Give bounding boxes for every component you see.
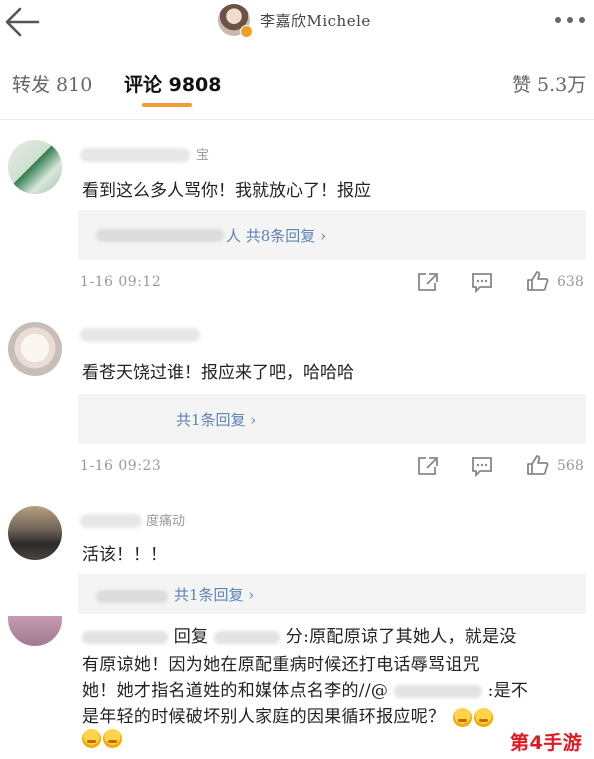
share-icon[interactable]	[416, 455, 440, 477]
blurred-username	[82, 631, 168, 644]
replies-preview[interactable]: 共1条回复 ›	[78, 574, 586, 614]
blurred-replier-name	[96, 590, 168, 603]
author-name: 李嘉欣Michele	[260, 11, 371, 30]
reply-line: 她！她才指名道姓的和媒体点名李的//@ :是不	[82, 676, 528, 701]
reply-line: 回复 分:原配原谅了其她人，就是没	[82, 622, 517, 647]
blurred-username[interactable]	[80, 328, 200, 342]
like-icon[interactable]	[526, 454, 550, 476]
comment-text: 看苍天饶过谁！报应来了吧，哈哈哈	[82, 363, 354, 383]
comment-icon[interactable]	[470, 455, 494, 478]
replies-count-link[interactable]: 共1条回复 ›	[174, 584, 254, 605]
replies-preview[interactable]: 人 共8条回复 ›	[78, 210, 586, 260]
reply-text: 她！她才指名道姓的和媒体点名李的//@	[82, 681, 389, 701]
share-icon[interactable]	[416, 271, 440, 293]
top-bar: 李嘉欣Michele	[0, 0, 594, 48]
active-tab-indicator	[142, 103, 192, 107]
blurred-username[interactable]	[80, 148, 190, 162]
embarrassed-emoji-icon	[453, 708, 473, 727]
commenter-avatar[interactable]	[8, 322, 62, 376]
replies-count-link[interactable]: 共1条回复 ›	[176, 409, 256, 430]
post-author[interactable]: 李嘉欣Michele	[218, 2, 371, 38]
replies-preview[interactable]: 共1条回复 ›	[78, 394, 586, 444]
commenter-avatar[interactable]	[8, 616, 62, 646]
tab-likes[interactable]: 赞 5.3万	[512, 70, 586, 97]
comment-text: 看到这么多人骂你！我就放心了！报应	[82, 181, 371, 201]
like-icon[interactable]	[526, 270, 550, 292]
post-tabs: 转发 810 评论 9808 赞 5.3万	[0, 48, 594, 116]
blurred-replier-name	[96, 229, 224, 242]
reply-text: 有原谅她！因为她在原配重病时候还打电话辱骂诅咒	[82, 655, 480, 675]
username-fragment: 度痛动	[146, 514, 186, 529]
username-fragment: 宝	[196, 148, 210, 163]
replies-count-link[interactable]: 人 共8条回复 ›	[226, 225, 326, 246]
blurred-mention	[393, 685, 482, 698]
verified-badge-icon	[240, 25, 253, 38]
comment-icon[interactable]	[470, 271, 494, 294]
reply-line	[80, 728, 122, 748]
reply-prefix: 回复	[173, 627, 209, 647]
commenter-avatar[interactable]	[8, 140, 62, 194]
like-count: 568	[557, 458, 584, 474]
blurred-mention	[214, 631, 281, 644]
comment-timestamp: 1-16 09:12	[80, 274, 162, 290]
comment-timestamp: 1-16 09:23	[80, 458, 162, 474]
tab-comments[interactable]: 评论 9808	[124, 70, 222, 97]
embarrassed-emoji-icon	[82, 728, 101, 748]
author-avatar[interactable]	[218, 4, 253, 38]
embarrassed-emoji-icon	[474, 708, 494, 727]
comment-text: 活该！！！	[82, 545, 167, 565]
tab-reposts[interactable]: 转发 810	[12, 70, 92, 97]
commenter-avatar[interactable]	[8, 506, 62, 560]
site-watermark: 第4手游	[510, 732, 583, 754]
reply-text: :是不	[487, 681, 529, 701]
reply-line: 是年轻的时候破坏别人家庭的因果循环报应呢？	[82, 702, 494, 727]
reply-text: 分:原配原谅了其她人，就是没	[285, 627, 517, 647]
more-options-icon[interactable]	[550, 8, 590, 32]
like-count: 638	[557, 274, 584, 290]
blurred-username[interactable]	[80, 514, 142, 528]
tabs-divider	[0, 119, 594, 120]
back-arrow-icon[interactable]	[2, 4, 42, 40]
reply-text: 是年轻的时候破坏别人家庭的因果循环报应呢？	[82, 707, 446, 727]
embarrassed-emoji-icon	[103, 728, 122, 748]
